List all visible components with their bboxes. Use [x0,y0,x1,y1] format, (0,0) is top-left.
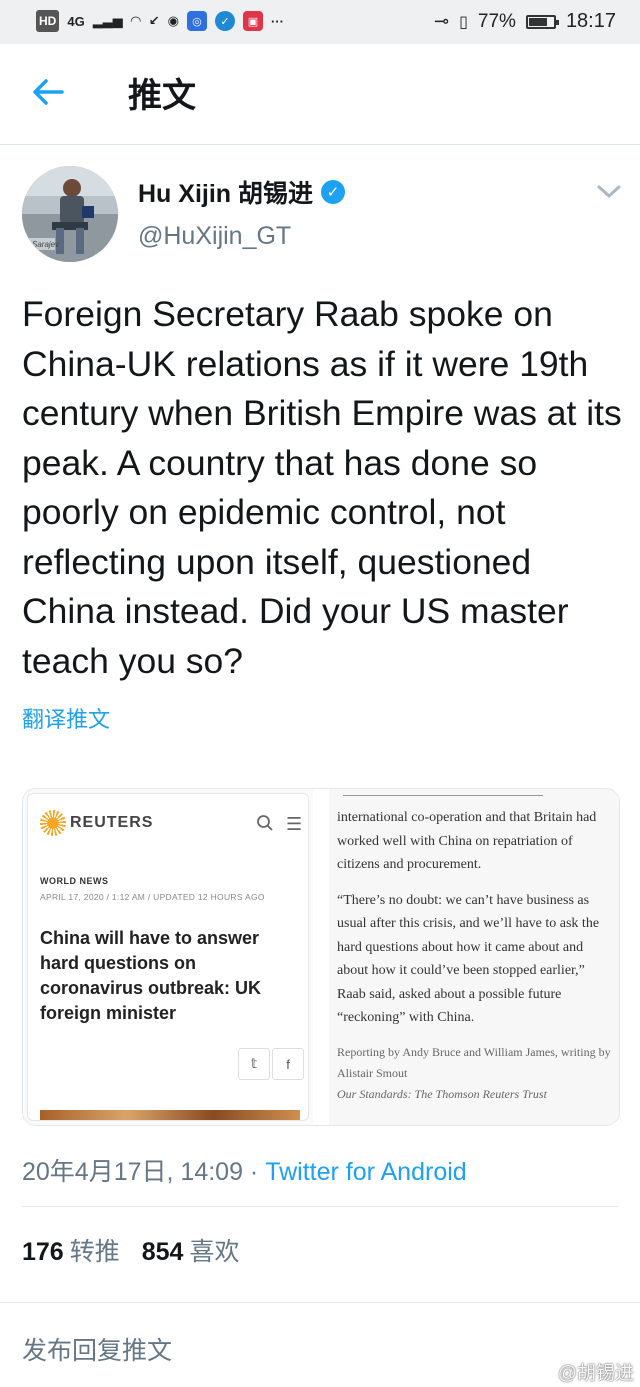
meta-separator: · [242,1158,266,1186]
avatar[interactable]: Sarajev [22,166,118,262]
retweets-count: 176 [22,1238,64,1266]
author-name-text: Hu Xijin 胡锡进 [138,180,314,208]
battery-fill [528,17,548,26]
article-standards: Our Standards: The Thomson Reuters Trust [337,1086,547,1101]
author-name[interactable]: Hu Xijin 胡锡进 ✓ [138,174,346,210]
verified-badge-icon: ✓ [321,180,346,204]
media-image-left[interactable]: REUTERS ☰ WORLD NEWS APRIL 17, 2020 / 1:… [23,789,317,1125]
back-button[interactable] [30,74,70,114]
app-icon-red: ▣ [242,11,263,31]
tweet-timestamp: 20年4月17日, 14:09 [22,1158,243,1186]
article-cut-line [343,795,543,800]
tweet-source-link[interactable]: Twitter for Android [265,1158,466,1186]
likes-stat[interactable]: 854 喜欢 [142,1232,240,1268]
media-image-right[interactable]: international co-operation and that Brit… [329,789,619,1125]
signal-icon: ▂▃▅ [92,13,123,28]
avatar-caption: Sarajev [32,240,60,249]
likes-label: 喜欢 [189,1238,240,1266]
article-headline: China will have to answer hard questions… [40,928,262,1023]
article-credit: Reporting by Andy Bruce and William Jame… [337,1044,611,1080]
chevron-down-icon[interactable] [596,180,622,206]
tweet-text: Foreign Secretary Raab spoke on China-UK… [22,294,622,681]
article-paragraph-1: international co-operation and that Brit… [337,810,597,872]
reply-input[interactable]: 发布回复推文 [22,1331,172,1367]
arrow-left-icon [33,79,64,105]
app-icon-blue: ◎ [186,11,207,31]
chevron-down-glyph [597,185,621,199]
twitter-share-icon: 𝕥 [238,1048,270,1080]
facebook-share-icon: f [272,1048,304,1080]
clock: 18:17 [565,10,616,32]
reply-bar[interactable]: 发布回复推文 [0,1302,640,1387]
status-bar: HD 4G ▂▃▅ ◠ ↙ ◉ ◎ ✓ ▣ ··· ⊸ ▯ 77% 18:17 [0,0,640,44]
retweets-stat[interactable]: 176 转推 [22,1232,120,1268]
battery-percent: 77% [477,10,516,32]
hd-icon: HD [36,10,60,32]
translate-tweet-link[interactable]: 翻译推文 [22,702,110,734]
page-title: 推文 [128,77,196,115]
article-date: APRIL 17, 2020 / 1:12 AM / UPDATED 12 HO… [40,892,265,902]
tweet-meta: 20年4月17日, 14:09 · Twitter for Android [22,1152,467,1188]
article-paragraph-2: “There’s no doubt: we can’t have busines… [337,892,600,1026]
status-left: HD 4G ▂▃▅ ◠ ↙ ◉ ◎ ✓ ▣ ··· [36,10,284,32]
network-label: 4G [67,13,85,29]
missed-call-icon: ↙ [148,13,160,28]
divider [22,1206,618,1207]
vibrate-icon: ▯ [459,13,468,31]
reuters-brand: REUTERS [70,814,154,831]
app-header: 推文 [0,44,640,145]
article-image-strip [40,1110,300,1120]
reuters-logo-icon [40,810,66,836]
article-category: WORLD NEWS [40,876,109,886]
search-icon [256,814,274,837]
tweet-media[interactable]: REUTERS ☰ WORLD NEWS APRIL 17, 2020 / 1:… [22,788,620,1126]
likes-count: 854 [141,1238,184,1266]
retweets-label: 转推 [69,1238,120,1266]
wifi-icon: ◠ [130,13,141,28]
reuters-article-card: REUTERS ☰ WORLD NEWS APRIL 17, 2020 / 1:… [27,793,309,1121]
menu-icon: ☰ [286,814,303,834]
watermark: @胡锡进 [557,1363,634,1384]
key-icon: ⊸ [434,11,450,31]
more-notifications-icon: ··· [270,13,284,29]
app-icon-round: ✓ [214,11,235,31]
article-body: international co-operation and that Brit… [337,795,613,1117]
status-right: ⊸ ▯ 77% 18:17 [434,10,616,33]
tweet-stats: 176 转推 854 喜欢 [22,1232,239,1268]
weibo-icon: ◉ [167,13,179,28]
author-handle[interactable]: @HuXijin_GT [138,222,291,251]
battery-icon [525,14,559,29]
